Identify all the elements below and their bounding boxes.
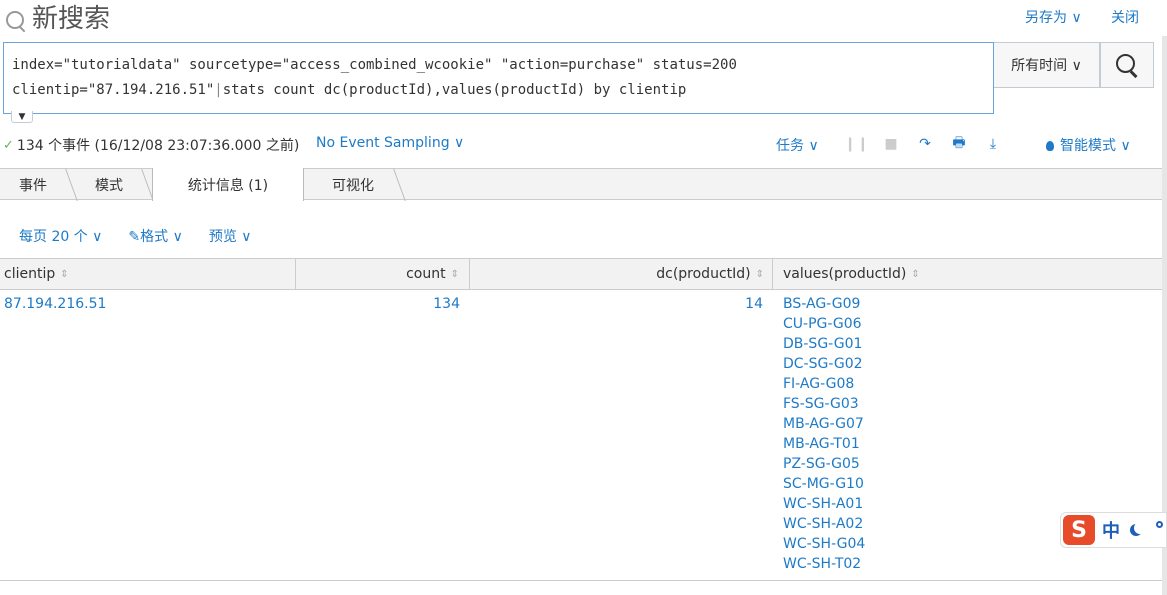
page-title: 新搜索 bbox=[32, 4, 111, 34]
collapse-query-toggle[interactable]: ▼ bbox=[11, 111, 33, 123]
print-icon[interactable]: 🖶 bbox=[942, 133, 976, 155]
tab-events[interactable]: 事件 bbox=[0, 169, 66, 200]
chevron-down-icon: ▼ bbox=[18, 111, 26, 122]
ime-toolbar[interactable]: S 中 bbox=[1060, 512, 1167, 548]
ime-language-toggle[interactable]: 中 bbox=[1102, 517, 1120, 543]
list-item[interactable]: MB-AG-T01 bbox=[783, 434, 865, 454]
column-header-dc-productid[interactable]: dc(productId) ⇕ bbox=[470, 259, 773, 289]
lightbulb-icon bbox=[1046, 141, 1054, 151]
tab-statistics[interactable]: 统计信息 (1) bbox=[152, 168, 304, 201]
list-item[interactable]: MB-AG-G07 bbox=[783, 414, 865, 434]
query-line-2a: clientip="87.194.216.51" bbox=[12, 82, 215, 98]
save-as-menu[interactable]: 另存为 ∨ bbox=[1025, 7, 1082, 27]
table-controls: 每页 20 个 ∨ ✎格式 ∨ 预览 ∨ bbox=[19, 226, 278, 246]
table-bottom-border bbox=[0, 580, 1162, 581]
search-icon bbox=[1116, 54, 1138, 76]
list-item[interactable]: WC-SH-G04 bbox=[783, 534, 865, 554]
pause-icon[interactable]: ❙❙ bbox=[840, 133, 874, 155]
column-header-count[interactable]: count ⇕ bbox=[296, 259, 470, 289]
list-item[interactable]: DB-SG-G01 bbox=[783, 334, 865, 354]
sort-icon: ⇕ bbox=[60, 268, 69, 280]
event-count: 134 个事件 (16/12/08 23:07:36.000 之前) bbox=[16, 138, 300, 154]
list-item[interactable]: PZ-SG-G05 bbox=[783, 454, 865, 474]
list-item[interactable]: WC-SH-A01 bbox=[783, 494, 865, 514]
ime-logo-icon: S bbox=[1063, 515, 1095, 545]
query-line-1: index="tutorialdata" sourcetype="access_… bbox=[12, 57, 737, 73]
cell-count[interactable]: 134 bbox=[380, 296, 460, 312]
cell-dc-productid[interactable]: 14 bbox=[680, 296, 763, 312]
column-header-values-productid[interactable]: values(productId) ⇕ bbox=[773, 259, 1162, 289]
header: 新搜索 另存为 ∨ 关闭 bbox=[0, 0, 1167, 40]
list-item[interactable]: CU-PG-G06 bbox=[783, 314, 865, 334]
sort-icon: ⇕ bbox=[755, 268, 764, 280]
search-mode-label: 智能模式 ∨ bbox=[1060, 138, 1131, 154]
list-item[interactable]: SC-MG-G10 bbox=[783, 474, 865, 494]
moon-icon[interactable] bbox=[1134, 522, 1146, 534]
list-item[interactable]: DC-SG-G02 bbox=[783, 354, 865, 374]
search-query-input[interactable]: index="tutorialdata" sourcetype="access_… bbox=[3, 42, 994, 114]
cell-values-productid: BS-AG-G09 CU-PG-G06 DB-SG-G01 DC-SG-G02 … bbox=[783, 294, 865, 574]
column-label: dc(productId) bbox=[656, 266, 751, 282]
per-page-dropdown[interactable]: 每页 20 个 ∨ bbox=[19, 226, 102, 246]
job-menu[interactable]: 任务 ∨ bbox=[776, 135, 819, 155]
sort-icon: ⇕ bbox=[911, 268, 920, 280]
list-item[interactable]: FI-AG-G08 bbox=[783, 374, 865, 394]
stop-icon[interactable]: ■ bbox=[874, 133, 908, 155]
tab-visualization[interactable]: 可视化 bbox=[312, 169, 394, 200]
time-range-picker[interactable]: 所有时间 ∨ bbox=[994, 42, 1100, 88]
search-button[interactable] bbox=[1100, 42, 1154, 88]
format-dropdown[interactable]: ✎格式 ∨ bbox=[128, 226, 182, 246]
cell-clientip[interactable]: 87.194.216.51 bbox=[4, 296, 106, 312]
query-pipe: | bbox=[214, 82, 223, 98]
preview-dropdown[interactable]: 预览 ∨ bbox=[209, 226, 252, 246]
list-item[interactable]: WC-SH-T02 bbox=[783, 554, 865, 574]
event-count-status: ✓ 134 个事件 (16/12/08 23:07:36.000 之前) bbox=[3, 135, 299, 155]
download-icon[interactable]: ⤓ bbox=[976, 133, 1010, 155]
column-label: values(productId) bbox=[783, 266, 907, 282]
search-mode-dropdown[interactable]: 智能模式 ∨ bbox=[1046, 135, 1131, 155]
check-icon: ✓ bbox=[3, 137, 14, 153]
sort-icon: ⇕ bbox=[450, 268, 459, 280]
query-line-2b: stats count dc(productId),values(product… bbox=[222, 82, 687, 98]
list-item[interactable]: BS-AG-G09 bbox=[783, 294, 865, 314]
list-item[interactable]: FS-SG-G03 bbox=[783, 394, 865, 414]
tab-patterns[interactable]: 模式 bbox=[76, 169, 142, 200]
close-button[interactable]: 关闭 bbox=[1111, 7, 1139, 27]
share-icon[interactable]: ↷ bbox=[908, 133, 942, 155]
event-sampling-dropdown[interactable]: No Event Sampling ∨ bbox=[316, 135, 464, 151]
job-controls: ❙❙ ■ ↷ 🖶 ⤓ bbox=[840, 133, 1010, 155]
list-item[interactable]: WC-SH-A02 bbox=[783, 514, 865, 534]
column-header-clientip[interactable]: clientip ⇕ bbox=[0, 259, 296, 289]
table-header: clientip ⇕ count ⇕ dc(productId) ⇕ values(p… bbox=[0, 258, 1162, 290]
column-label: count bbox=[406, 266, 446, 282]
search-icon bbox=[4, 4, 30, 34]
results-tabs: 事件 模式 统计信息 (1) 可视化 bbox=[0, 168, 1167, 201]
page-title-group: 新搜索 bbox=[4, 2, 110, 36]
column-label: clientip bbox=[4, 266, 56, 282]
punctuation-icon[interactable] bbox=[1156, 520, 1163, 528]
